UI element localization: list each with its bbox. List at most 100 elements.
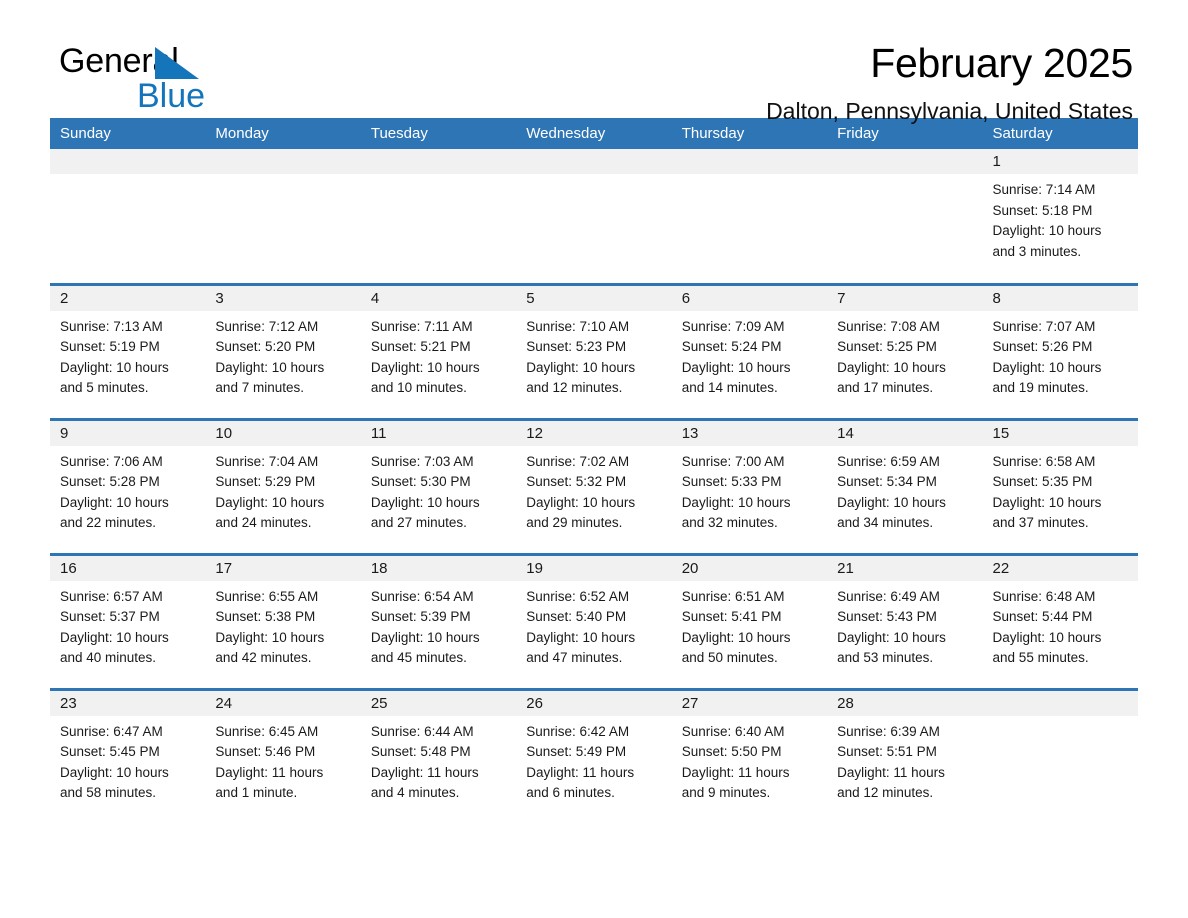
calendar-day-cell[interactable]: 22 Sunrise: 6:48 AM Sunset: 5:44 PM Dayligh… xyxy=(982,552,1138,689)
day-details xyxy=(50,174,205,180)
day-daylight-line: Daylight: 11 hours xyxy=(681,764,790,780)
calendar-day-cell[interactable]: 26 Sunrise: 6:42 AM Sunset: 5:49 PM Dayligh… xyxy=(516,687,672,824)
day-number: 2 xyxy=(50,285,206,311)
day-sunrise-line: Sunrise: 6:55 AM xyxy=(215,588,319,604)
day-sunrise-line: Sunrise: 6:54 AM xyxy=(370,588,474,604)
calendar-day-cell[interactable]: 17 Sunrise: 6:55 AM Sunset: 5:38 PM Dayligh… xyxy=(205,552,361,689)
calendar-day-cell[interactable]: 28 Sunrise: 6:39 AM Sunset: 5:51 PM Dayligh… xyxy=(827,687,983,824)
day-sunset-line: Sunset: 5:26 PM xyxy=(992,339,1093,355)
day-daylight-line: and 45 minutes. xyxy=(370,650,467,666)
calendar-day-cell[interactable]: 5 Sunrise: 7:10 AM Sunset: 5:23 PM Daylight… xyxy=(516,282,672,419)
day-details: Sunrise: 6:40 AM Sunset: 5:50 PM Daylight:… xyxy=(672,716,827,804)
logo-top-row: General xyxy=(59,44,319,82)
calendar-day-cell[interactable]: 8 Sunrise: 7:07 AM Sunset: 5:26 PM Daylight… xyxy=(982,282,1138,419)
day-sunrise-line: Sunrise: 6:52 AM xyxy=(526,588,630,604)
day-details: Sunrise: 6:49 AM Sunset: 5:43 PM Daylight:… xyxy=(827,581,982,669)
day-number xyxy=(205,149,361,174)
day-details: Sunrise: 6:51 AM Sunset: 5:41 PM Daylight:… xyxy=(672,581,827,669)
day-sunset-line: Sunset: 5:38 PM xyxy=(215,609,316,625)
calendar-day-cell[interactable]: 25 Sunrise: 6:44 AM Sunset: 5:48 PM Dayligh… xyxy=(360,687,517,824)
calendar-day-cell[interactable]: 1 Sunrise: 7:14 AM Sunset: 5:18 PM Daylight… xyxy=(982,149,1138,284)
calendar-day-cell[interactable]: 23 Sunrise: 6:47 AM Sunset: 5:45 PM Dayligh… xyxy=(50,687,206,824)
day-number xyxy=(50,149,206,174)
day-number: 3 xyxy=(205,285,361,311)
day-daylight-line: Daylight: 10 hours xyxy=(215,494,325,510)
day-daylight-line: Daylight: 10 hours xyxy=(60,764,169,780)
calendar-day-cell[interactable]: 10 Sunrise: 7:04 AM Sunset: 5:29 PM Dayligh… xyxy=(205,417,361,554)
day-sunset-line: Sunset: 5:35 PM xyxy=(992,474,1093,490)
day-daylight-line: and 58 minutes. xyxy=(60,785,157,801)
weekday-header-monday: Monday xyxy=(205,118,361,149)
day-daylight-line: Daylight: 10 hours xyxy=(60,629,169,645)
day-details: Sunrise: 6:52 AM Sunset: 5:40 PM Daylight:… xyxy=(516,581,671,669)
day-box: 25 Sunrise: 6:44 AM Sunset: 5:48 PM Dayligh… xyxy=(360,690,517,823)
day-sunrise-line: Sunrise: 7:12 AM xyxy=(215,318,319,334)
calendar-table: Sunday Monday Tuesday Wednesday Thursday… xyxy=(50,118,1138,824)
location-subtitle: Dalton, Pennsylvania, United States xyxy=(766,98,1133,125)
day-daylight-line: Daylight: 10 hours xyxy=(60,494,169,510)
day-daylight-line: and 40 minutes. xyxy=(60,650,157,666)
calendar-day-cell[interactable]: 2 Sunrise: 7:13 AM Sunset: 5:19 PM Daylight… xyxy=(50,282,206,419)
calendar-day-cell[interactable]: 16 Sunrise: 6:57 AM Sunset: 5:37 PM Dayligh… xyxy=(50,552,206,689)
day-sunrise-line: Sunrise: 7:07 AM xyxy=(992,318,1096,334)
day-sunset-line: Sunset: 5:37 PM xyxy=(60,609,160,625)
day-box: 20 Sunrise: 6:51 AM Sunset: 5:41 PM Dayligh… xyxy=(671,555,828,688)
calendar-day-cell[interactable]: 24 Sunrise: 6:45 AM Sunset: 5:46 PM Dayligh… xyxy=(205,687,361,824)
day-daylight-line: and 53 minutes. xyxy=(837,650,934,666)
calendar-week-row: 16 Sunrise: 6:57 AM Sunset: 5:37 PM Dayligh… xyxy=(50,552,1138,689)
day-daylight-line: and 34 minutes. xyxy=(837,515,934,531)
day-details xyxy=(516,174,671,180)
general-blue-logo: General Blue xyxy=(59,44,319,120)
day-sunrise-line: Sunrise: 6:47 AM xyxy=(60,723,163,739)
day-details: Sunrise: 7:14 AM Sunset: 5:18 PM Daylight:… xyxy=(983,174,1138,262)
day-box: 8 Sunrise: 7:07 AM Sunset: 5:26 PM Daylight… xyxy=(982,285,1138,418)
calendar-cell-empty xyxy=(360,149,517,284)
calendar-day-cell[interactable]: 21 Sunrise: 6:49 AM Sunset: 5:43 PM Dayligh… xyxy=(827,552,983,689)
day-box: 17 Sunrise: 6:55 AM Sunset: 5:38 PM Dayligh… xyxy=(205,555,361,688)
page-header: General Blue February 2025 Dalton, Penns… xyxy=(50,0,1138,123)
day-daylight-line: Daylight: 10 hours xyxy=(215,359,325,375)
calendar-day-cell[interactable]: 3 Sunrise: 7:12 AM Sunset: 5:20 PM Daylight… xyxy=(205,282,361,419)
day-number: 28 xyxy=(827,690,983,716)
day-details: Sunrise: 6:39 AM Sunset: 5:51 PM Daylight:… xyxy=(827,716,982,804)
day-daylight-line: and 37 minutes. xyxy=(992,515,1089,531)
day-daylight-line: and 27 minutes. xyxy=(370,515,467,531)
calendar-day-cell[interactable]: 18 Sunrise: 6:54 AM Sunset: 5:39 PM Dayligh… xyxy=(360,552,517,689)
day-number: 4 xyxy=(360,285,517,311)
day-details: Sunrise: 7:11 AM Sunset: 5:21 PM Daylight:… xyxy=(361,311,516,399)
calendar-day-cell[interactable]: 13 Sunrise: 7:00 AM Sunset: 5:33 PM Dayligh… xyxy=(671,417,828,554)
calendar-day-cell[interactable]: 7 Sunrise: 7:08 AM Sunset: 5:25 PM Daylight… xyxy=(827,282,983,419)
calendar-day-cell[interactable]: 4 Sunrise: 7:11 AM Sunset: 5:21 PM Daylight… xyxy=(360,282,517,419)
day-box xyxy=(205,149,361,281)
day-sunset-line: Sunset: 5:19 PM xyxy=(60,339,160,355)
calendar-day-cell[interactable]: 6 Sunrise: 7:09 AM Sunset: 5:24 PM Daylight… xyxy=(671,282,828,419)
day-sunset-line: Sunset: 5:20 PM xyxy=(215,339,316,355)
day-box: 19 Sunrise: 6:52 AM Sunset: 5:40 PM Dayligh… xyxy=(516,555,672,688)
day-daylight-line: and 47 minutes. xyxy=(526,650,623,666)
day-box: 5 Sunrise: 7:10 AM Sunset: 5:23 PM Daylight… xyxy=(516,285,672,418)
day-box: 21 Sunrise: 6:49 AM Sunset: 5:43 PM Dayligh… xyxy=(827,555,983,688)
calendar-day-cell[interactable]: 12 Sunrise: 7:02 AM Sunset: 5:32 PM Dayligh… xyxy=(516,417,672,554)
day-details: Sunrise: 7:02 AM Sunset: 5:32 PM Daylight:… xyxy=(516,446,671,534)
calendar-day-cell[interactable]: 15 Sunrise: 6:58 AM Sunset: 5:35 PM Dayligh… xyxy=(982,417,1138,554)
calendar-day-cell[interactable]: 19 Sunrise: 6:52 AM Sunset: 5:40 PM Dayligh… xyxy=(516,552,672,689)
day-daylight-line: and 10 minutes. xyxy=(370,380,467,396)
day-box: 4 Sunrise: 7:11 AM Sunset: 5:21 PM Daylight… xyxy=(360,285,517,418)
calendar-cell-empty xyxy=(671,149,828,284)
day-sunset-line: Sunset: 5:43 PM xyxy=(837,609,937,625)
day-number xyxy=(516,149,672,174)
day-box: 3 Sunrise: 7:12 AM Sunset: 5:20 PM Daylight… xyxy=(205,285,361,418)
day-details: Sunrise: 7:06 AM Sunset: 5:28 PM Daylight:… xyxy=(50,446,205,534)
calendar-day-cell[interactable]: 9 Sunrise: 7:06 AM Sunset: 5:28 PM Daylight… xyxy=(50,417,206,554)
calendar-day-cell[interactable]: 27 Sunrise: 6:40 AM Sunset: 5:50 PM Dayligh… xyxy=(671,687,828,824)
day-daylight-line: and 5 minutes. xyxy=(60,380,149,396)
day-details xyxy=(361,174,516,180)
day-box: 26 Sunrise: 6:42 AM Sunset: 5:49 PM Dayligh… xyxy=(516,690,672,823)
day-daylight-line: and 1 minute. xyxy=(215,785,298,801)
day-daylight-line: and 4 minutes. xyxy=(370,785,460,801)
calendar-day-cell[interactable]: 14 Sunrise: 6:59 AM Sunset: 5:34 PM Dayligh… xyxy=(827,417,983,554)
weekday-header-sunday: Sunday xyxy=(50,118,206,149)
day-sunset-line: Sunset: 5:21 PM xyxy=(370,339,471,355)
calendar-day-cell[interactable]: 11 Sunrise: 7:03 AM Sunset: 5:30 PM Dayligh… xyxy=(360,417,517,554)
calendar-day-cell[interactable]: 20 Sunrise: 6:51 AM Sunset: 5:41 PM Dayligh… xyxy=(671,552,828,689)
